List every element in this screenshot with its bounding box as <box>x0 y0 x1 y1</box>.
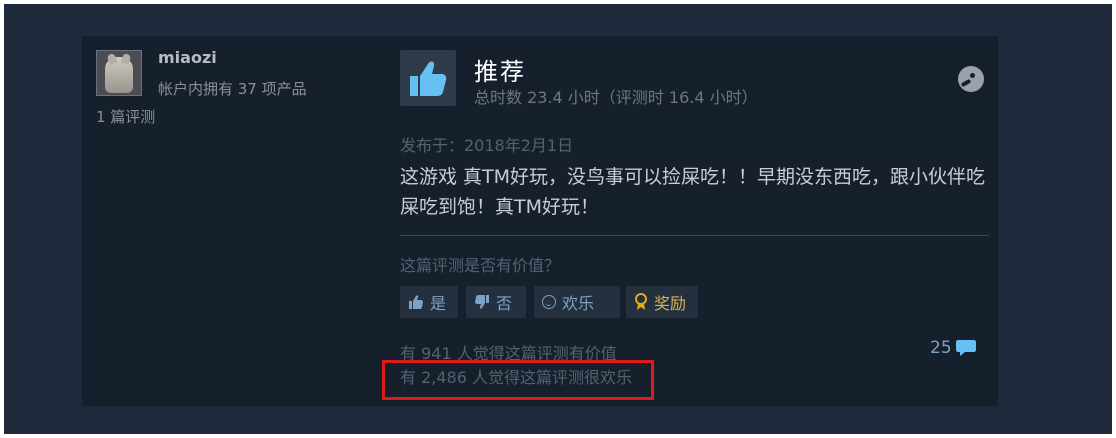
helpful-question: 这篇评测是否有价值？ <box>400 256 561 275</box>
thumbs-down-icon <box>474 294 490 310</box>
author-username[interactable]: miaozi <box>158 48 217 67</box>
thumbs-up-icon <box>410 61 447 96</box>
steam-icon <box>958 66 984 92</box>
thumbs-up-icon <box>408 294 424 310</box>
review-text: 这游戏 真TM好玩，没鸟事可以捡屎吃！！早期没东西吃，跟小伙伴吃屎吃到饱！真TM… <box>400 166 986 218</box>
review-verdict[interactable]: 推荐 <box>474 52 526 87</box>
vote-no-button[interactable]: 否 <box>466 286 526 318</box>
award-label: 奖励 <box>654 294 687 313</box>
vote-yes-label: 是 <box>430 294 447 313</box>
recommended-thumb-box <box>400 50 456 106</box>
user-avatar[interactable] <box>96 50 142 96</box>
vote-funny-button[interactable]: 欢乐 <box>534 286 620 318</box>
review-card: miaozi 帐户内拥有 37 项产品 1 篇评测 推荐 总时数 23.4 小时… <box>82 36 998 406</box>
vote-no-label: 否 <box>496 294 513 313</box>
vote-yes-button[interactable]: 是 <box>400 286 458 318</box>
highlight-box <box>382 360 654 400</box>
avatar-dog-image <box>105 57 133 93</box>
award-ribbon-icon <box>634 293 648 311</box>
smiley-icon <box>542 295 556 309</box>
playtime-hours: 总时数 23.4 小时（评测时 16.4 小时） <box>474 88 758 107</box>
divider <box>400 235 989 236</box>
comments-link[interactable]: 25 <box>930 338 976 358</box>
vote-funny-label: 欢乐 <box>562 294 595 313</box>
speech-bubble-icon <box>955 340 976 356</box>
author-review-count[interactable]: 1 篇评测 <box>96 106 155 127</box>
comment-count: 25 <box>930 338 952 358</box>
award-button[interactable]: 奖励 <box>626 286 698 318</box>
posted-date: 发布于：2018年2月1日 <box>400 136 574 155</box>
products-owned[interactable]: 帐户内拥有 37 项产品 <box>158 78 307 99</box>
